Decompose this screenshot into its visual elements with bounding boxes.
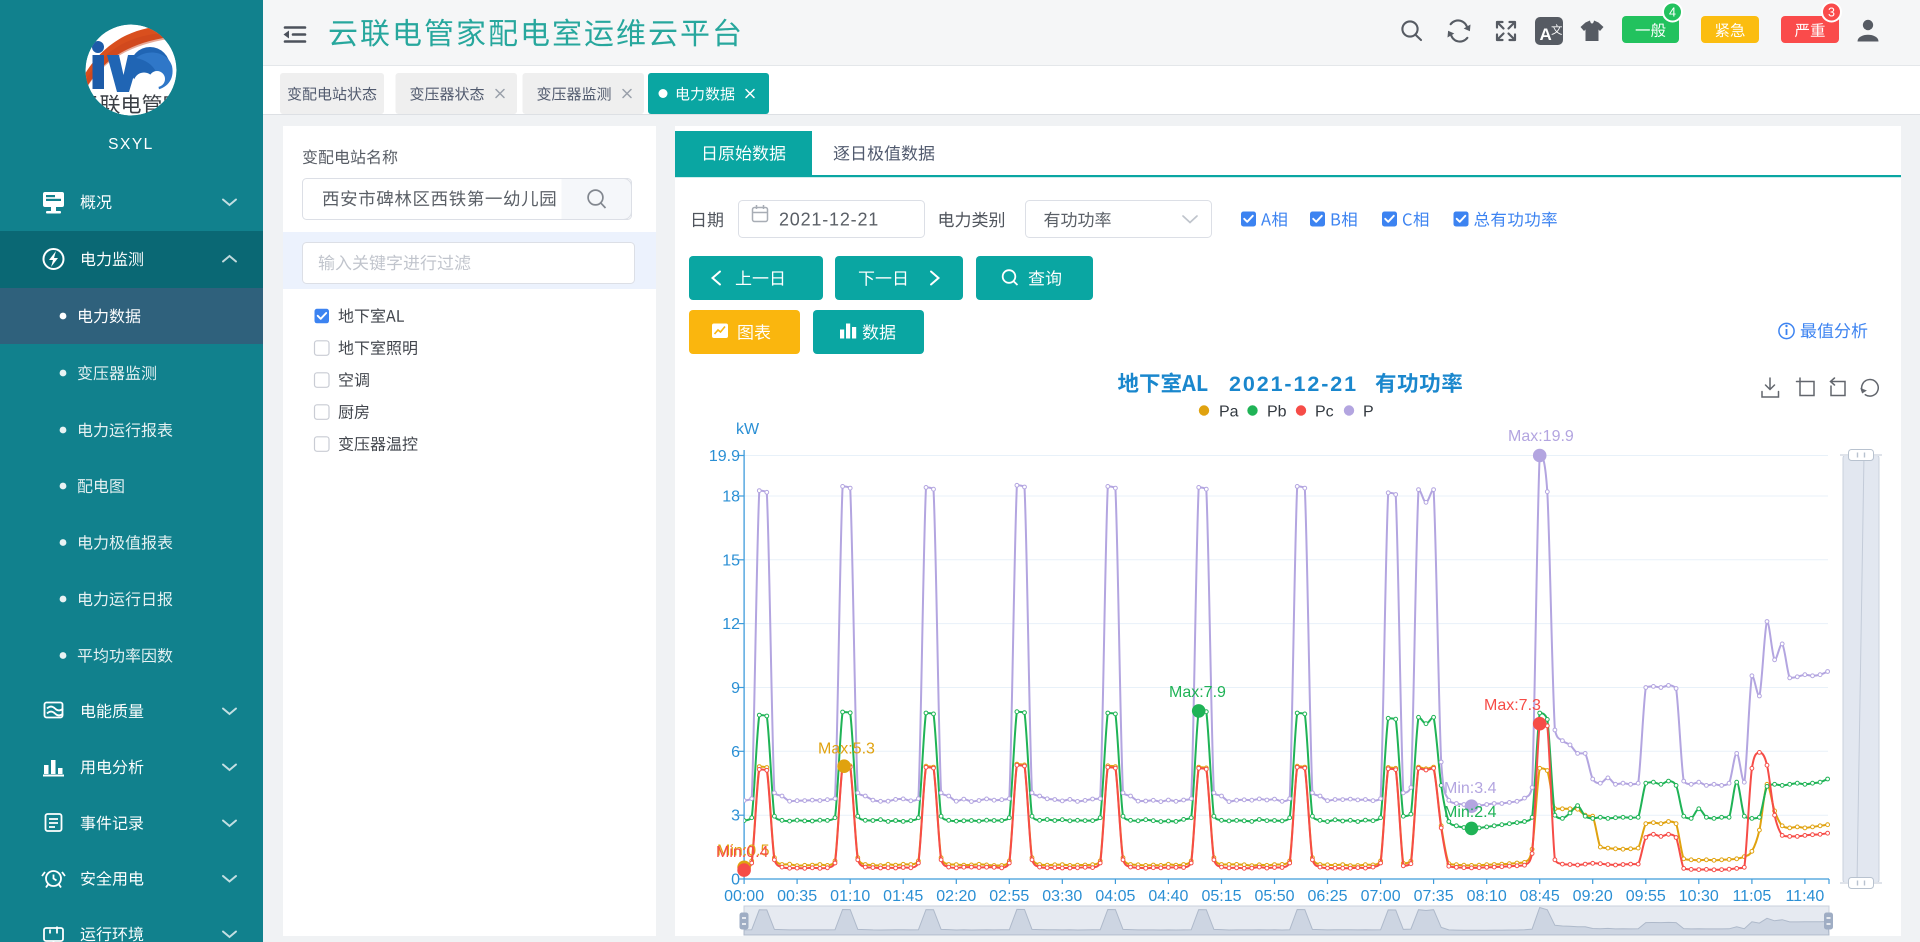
svg-text:Max:7.3: Max:7.3 (1484, 697, 1541, 714)
svg-text:3: 3 (1828, 6, 1835, 20)
svg-text:A: A (1540, 25, 1552, 44)
svg-text:07:00: 07:00 (1361, 888, 1401, 905)
svg-text:00:00: 00:00 (724, 888, 764, 905)
svg-text:18: 18 (722, 489, 740, 506)
svg-text:09:20: 09:20 (1573, 888, 1613, 905)
svg-text:kW: kW (736, 421, 760, 438)
svg-text:19.9: 19.9 (709, 448, 740, 465)
svg-text:09:55: 09:55 (1626, 888, 1666, 905)
svg-text:11:40: 11:40 (1785, 888, 1824, 905)
svg-text:02:55: 02:55 (989, 888, 1029, 905)
svg-text:00:35: 00:35 (777, 888, 817, 905)
svg-text:08:45: 08:45 (1520, 888, 1560, 905)
svg-text:05:50: 05:50 (1254, 888, 1294, 905)
svg-text:Min:3.4: Min:3.4 (1444, 780, 1497, 797)
svg-text:05:15: 05:15 (1201, 888, 1241, 905)
svg-text:SXYL: SXYL (108, 136, 154, 153)
svg-text:2021-12-21: 2021-12-21 (779, 210, 879, 230)
svg-text:6: 6 (731, 744, 740, 761)
svg-text:Max:19.9: Max:19.9 (1508, 428, 1574, 445)
svg-text:Pb: Pb (1267, 404, 1287, 421)
svg-text:Max:5.3: Max:5.3 (818, 741, 875, 758)
svg-text:12: 12 (722, 616, 740, 633)
svg-text:Max:7.9: Max:7.9 (1169, 684, 1226, 701)
svg-text:01:10: 01:10 (830, 888, 870, 905)
svg-text:07:35: 07:35 (1414, 888, 1454, 905)
svg-text:15: 15 (722, 552, 740, 569)
svg-text:P: P (1363, 404, 1374, 421)
svg-text:08:10: 08:10 (1467, 888, 1507, 905)
svg-text:3: 3 (731, 808, 740, 825)
svg-text:03:30: 03:30 (1042, 888, 1082, 905)
svg-text:06:25: 06:25 (1307, 888, 1347, 905)
svg-text:11:05: 11:05 (1732, 888, 1771, 905)
svg-text:Pa: Pa (1219, 404, 1239, 421)
svg-text:10:30: 10:30 (1679, 888, 1719, 905)
svg-text:04:40: 04:40 (1148, 888, 1188, 905)
svg-text:2021-12-21: 2021-12-21 (1229, 372, 1358, 396)
svg-text:04:05: 04:05 (1095, 888, 1135, 905)
svg-text:9: 9 (731, 680, 740, 697)
svg-text:02:20: 02:20 (936, 888, 976, 905)
svg-text:Pc: Pc (1315, 404, 1334, 421)
svg-text:Min:2.4: Min:2.4 (1444, 804, 1497, 821)
svg-text:4: 4 (1669, 6, 1676, 20)
svg-text:01:45: 01:45 (883, 888, 923, 905)
svg-text:Min:0.4: Min:0.4 (716, 844, 769, 861)
